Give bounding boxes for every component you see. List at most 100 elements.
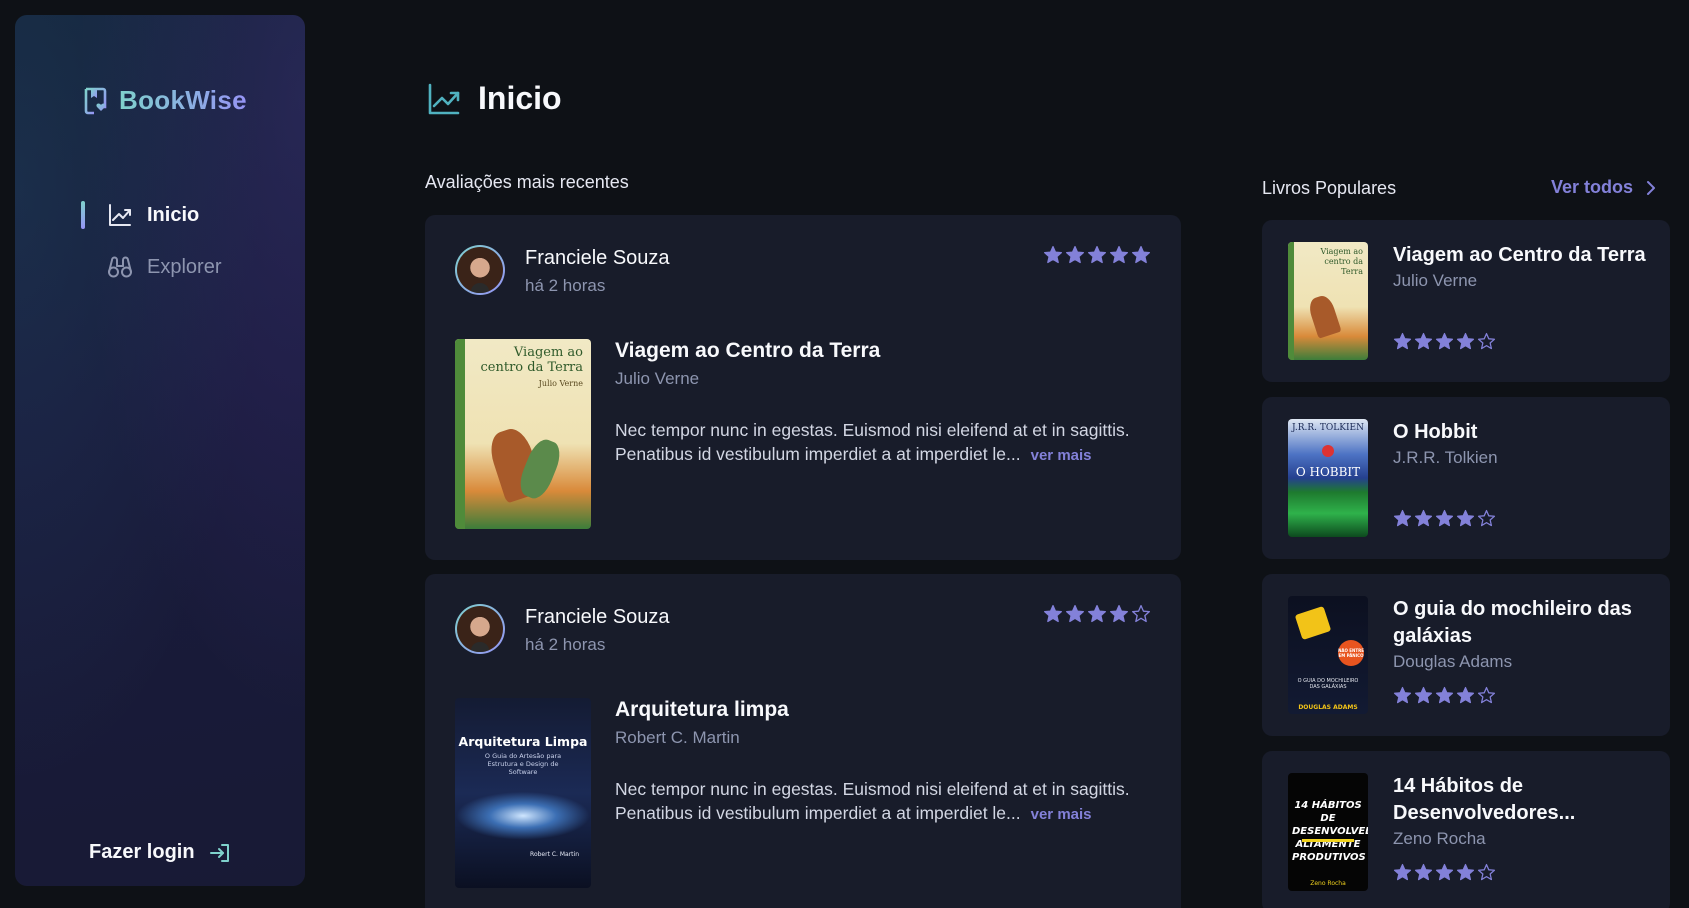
sidebar: BookWise Inicio Explorer Fazer login: [15, 15, 305, 886]
star-filled-icon: [1414, 332, 1433, 350]
star-filled-icon: [1044, 605, 1062, 623]
popular-book-card[interactable]: J.R.R. TOLKIEN O HOBBIT O Hobbit J.R.R. …: [1262, 397, 1670, 559]
review-card[interactable]: Franciele Souza há 2 horas Viagem ao cen…: [425, 215, 1181, 560]
chart-line-up-icon: [109, 204, 131, 226]
rating-stars: [1393, 509, 1496, 528]
cover-illustration: [1306, 293, 1342, 339]
popular-book-card[interactable]: Viagem ao centro da Terra Viagem ao Cent…: [1262, 220, 1670, 382]
review-text: Nec tempor nunc in egestas. Euismod nisi…: [615, 777, 1155, 827]
star-empty-icon: [1477, 686, 1496, 704]
cover-author: Zeno Rocha: [1310, 880, 1346, 887]
star-filled-icon: [1456, 332, 1475, 350]
sidebar-item-explorer[interactable]: Explorer: [81, 249, 221, 285]
avatar[interactable]: [455, 604, 505, 654]
star-filled-icon: [1435, 332, 1454, 350]
app-name: BookWise: [119, 85, 247, 115]
chevron-right-icon: [1647, 180, 1656, 195]
star-filled-icon: [1132, 246, 1150, 264]
star-filled-icon: [1456, 509, 1475, 527]
rating-stars: [1043, 245, 1151, 265]
star-filled-icon: [1393, 332, 1412, 350]
cover-author: Robert C. Martin: [530, 851, 579, 858]
avatar-image: [457, 606, 503, 652]
star-filled-icon: [1110, 605, 1128, 623]
see-all-link[interactable]: Ver todos: [1551, 177, 1659, 198]
avatar[interactable]: [455, 245, 505, 295]
cover-subtitle: O Guia do Artesão para Estrutura e Desig…: [484, 752, 562, 776]
popular-book-author: Julio Verne: [1393, 271, 1478, 290]
star-empty-icon: [1132, 605, 1150, 623]
cover-title-text: O HOBBIT: [1295, 465, 1361, 479]
star-empty-icon: [1477, 332, 1496, 350]
logo[interactable]: BookWise: [83, 85, 247, 116]
review-card[interactable]: Franciele Souza há 2 horas Arquitetura L…: [425, 574, 1181, 908]
star-filled-icon: [1088, 246, 1106, 264]
star-filled-icon: [1435, 686, 1454, 704]
book-author: Julio Verne: [615, 369, 700, 388]
book-title[interactable]: Viagem ao Centro da Terra: [615, 339, 880, 363]
popular-book-author: Zeno Rocha: [1393, 829, 1486, 848]
cover-title-line: Arquitetura Limpa: [458, 734, 588, 749]
popular-books-heading: Livros Populares: [1262, 178, 1397, 198]
book-cover: Viagem ao centro da Terra: [1288, 242, 1368, 360]
see-all-label: Ver todos: [1551, 177, 1634, 197]
sidebar-item-label: Explorer: [147, 255, 222, 278]
cover-badge-text: NÃO ENTRE EM PÂNICO: [1338, 648, 1364, 658]
cover-title-line: Viagem ao: [513, 345, 583, 360]
book-cover: J.R.R. TOLKIEN O HOBBIT: [1288, 419, 1368, 537]
rating-stars: [1393, 863, 1496, 882]
cover-author: Julio Verne: [538, 379, 583, 388]
star-filled-icon: [1110, 246, 1128, 264]
cover-title-text: 14 HÁBITOS DE DESENVOLVEDORES ALTAMENTE …: [1292, 800, 1368, 863]
popular-book-title: Viagem ao Centro da Terra: [1393, 244, 1646, 266]
book-cover: NÃO ENTRE EM PÂNICO O GUIA DO MOCHILEIRO…: [1288, 596, 1368, 714]
review-text: Nec tempor nunc in egestas. Euismod nisi…: [615, 418, 1155, 468]
star-filled-icon: [1393, 686, 1412, 704]
recent-reviews-heading: Avaliações mais recentes: [425, 172, 629, 192]
page-header: Inicio: [426, 80, 562, 117]
cover-illustration: [1294, 606, 1332, 640]
sidebar-item-inicio[interactable]: Inicio: [81, 197, 221, 233]
cover-author: J.R.R. TOLKIEN: [1292, 423, 1364, 433]
chart-line-up-icon: [428, 83, 460, 114]
cover-badge: NÃO ENTRE EM PÂNICO: [1338, 640, 1364, 666]
rating-stars: [1043, 604, 1151, 624]
book-title[interactable]: Arquitetura limpa: [615, 698, 789, 722]
page-title: Inicio: [478, 80, 562, 116]
binoculars-icon: [108, 256, 132, 278]
star-filled-icon: [1414, 686, 1433, 704]
rating-stars: [1393, 686, 1496, 705]
book-cover[interactable]: Arquitetura Limpa O Guia do Artesão para…: [455, 698, 591, 888]
star-filled-icon: [1435, 509, 1454, 527]
cover-spine: [1288, 242, 1294, 360]
see-more-link[interactable]: ver mais: [1031, 806, 1092, 823]
cover-spine: [455, 339, 465, 529]
see-more-link[interactable]: ver mais: [1031, 447, 1092, 464]
popular-book-title: O Hobbit: [1393, 421, 1478, 443]
book-cover[interactable]: Viagem ao centro da Terra Julio Verne: [455, 339, 591, 529]
star-filled-icon: [1393, 509, 1412, 527]
star-empty-icon: [1477, 863, 1496, 881]
cover-illustration: [1322, 445, 1334, 457]
cover-title-text: O GUIA DO MOCHILEIRO DAS GALÁXIAS: [1297, 678, 1359, 690]
star-filled-icon: [1456, 863, 1475, 881]
book-author: Robert C. Martin: [615, 728, 740, 747]
star-filled-icon: [1435, 863, 1454, 881]
star-filled-icon: [1393, 863, 1412, 881]
sign-in-icon: [209, 843, 229, 862]
login-label: Fazer login: [89, 841, 195, 863]
star-empty-icon: [1477, 509, 1496, 527]
popular-book-author: J.R.R. Tolkien: [1393, 448, 1498, 467]
rating-stars: [1393, 332, 1496, 351]
review-time: há 2 horas: [525, 276, 606, 295]
cover-illustration: [1302, 839, 1354, 842]
popular-book-card[interactable]: 14 HÁBITOS DE DESENVOLVEDORES ALTAMENTE …: [1262, 751, 1670, 908]
cover-title-text: Viagem ao centro da Terra: [1320, 247, 1363, 276]
sidebar-nav: Inicio Explorer: [81, 197, 221, 301]
star-filled-icon: [1066, 605, 1084, 623]
cover-title-line: centro da Terra: [480, 360, 583, 375]
popular-book-author: Douglas Adams: [1393, 652, 1513, 671]
popular-book-card[interactable]: NÃO ENTRE EM PÂNICO O GUIA DO MOCHILEIRO…: [1262, 574, 1670, 736]
star-filled-icon: [1066, 246, 1084, 264]
login-button[interactable]: Fazer login: [89, 841, 231, 864]
